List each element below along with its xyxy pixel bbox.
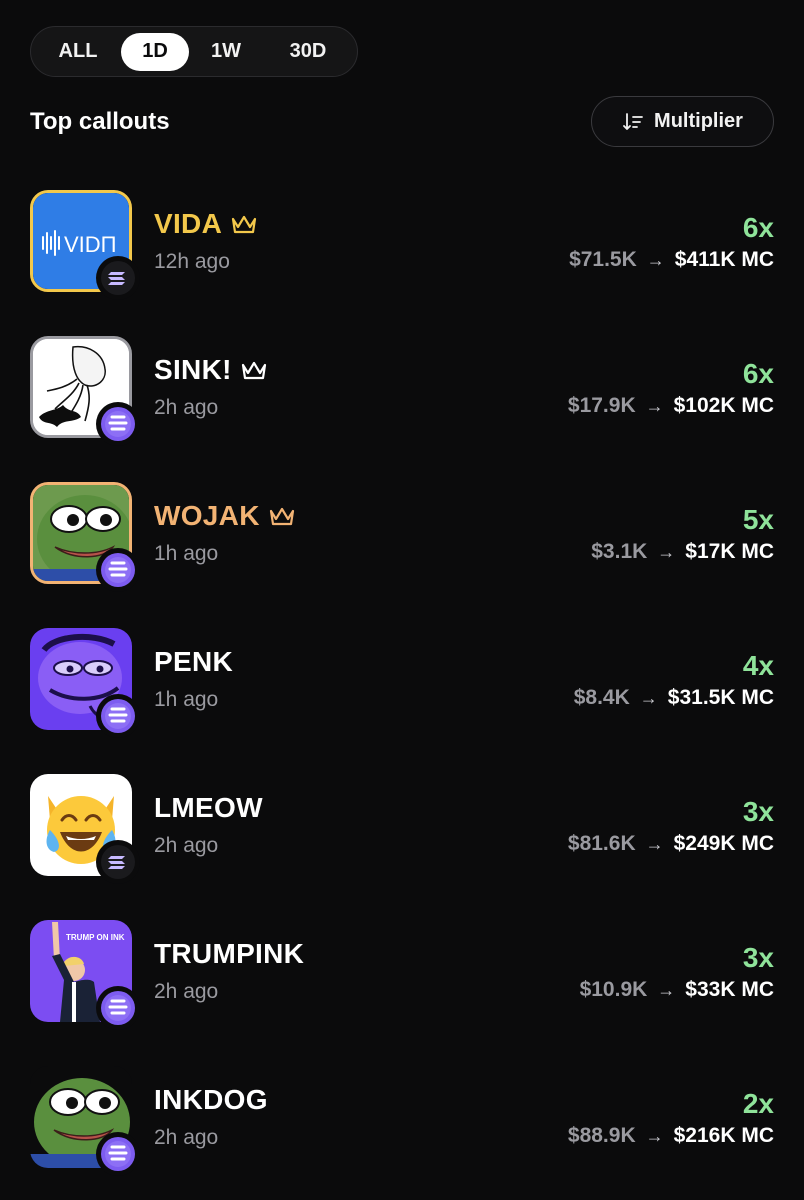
page-title: Top callouts bbox=[30, 108, 170, 135]
market-cap-change: $3.1K → $17K MC bbox=[591, 540, 774, 564]
token-name: INKDOG bbox=[154, 1084, 268, 1115]
arrow-right-icon: → bbox=[645, 395, 664, 416]
callout-age: 2h ago bbox=[154, 834, 219, 857]
crown-icon bbox=[241, 361, 266, 380]
callout-row[interactable]: TRUMP ON INK TRUMPINK 2h ago 3x $10.9K →… bbox=[0, 920, 804, 1066]
mc-from: $10.9K bbox=[579, 978, 648, 1001]
token-name: PENK bbox=[154, 646, 233, 677]
callout-age: 2h ago bbox=[154, 1126, 219, 1149]
arrow-right-icon: → bbox=[645, 1125, 664, 1146]
multiplier-value: 6x bbox=[742, 358, 774, 389]
sort-descending-icon bbox=[623, 112, 643, 130]
callout-age: 1h ago bbox=[154, 688, 219, 711]
token-name: WOJAK bbox=[154, 500, 260, 531]
multiplier-value: 3x bbox=[742, 796, 774, 827]
callout-row[interactable]: WOJAK 1h ago 5x $3.1K → $17K MC bbox=[0, 482, 804, 628]
arrow-right-icon: → bbox=[639, 687, 658, 708]
callout-age: 12h ago bbox=[154, 250, 230, 273]
token-name: VIDA bbox=[154, 208, 223, 239]
mc-to: $31.5K MC bbox=[667, 686, 774, 709]
callout-row[interactable]: LMEOW 2h ago 3x $81.6K → $249K MC bbox=[0, 774, 804, 920]
callout-list: VIDΠ VIDA 12h ago 6x $71.5K → $411K MC S… bbox=[0, 190, 804, 1200]
svg-text:TRUMP ON INK: TRUMP ON INK bbox=[66, 933, 125, 942]
callout-age: 2h ago bbox=[154, 396, 219, 419]
market-cap-change: $10.9K → $33K MC bbox=[580, 978, 774, 1002]
tab-1w[interactable]: 1W bbox=[189, 33, 263, 71]
arrow-right-icon: → bbox=[646, 249, 665, 270]
tab-30d[interactable]: 30D bbox=[263, 33, 353, 71]
svg-text:VIDΠ: VIDΠ bbox=[64, 232, 117, 257]
market-cap-change: $8.4K → $31.5K MC bbox=[574, 686, 774, 710]
timeframe-tabs: ALL 1D 1W 30D bbox=[30, 26, 358, 77]
callout-row[interactable]: SINK! 2h ago 6x $17.9K → $102K MC bbox=[0, 336, 804, 482]
arrow-right-icon: → bbox=[657, 541, 676, 562]
mc-to: $249K MC bbox=[673, 832, 774, 855]
market-cap-change: $17.9K → $102K MC bbox=[568, 394, 774, 418]
mc-from: $88.9K bbox=[567, 1124, 636, 1147]
callout-row[interactable]: INKDOG 2h ago 2x $88.9K → $216K MC bbox=[0, 1066, 804, 1200]
callout-row[interactable]: VIDΠ VIDA 12h ago 6x $71.5K → $411K MC bbox=[0, 190, 804, 336]
sort-label: Multiplier bbox=[654, 110, 743, 132]
crown-icon bbox=[269, 507, 294, 526]
ink-chain-icon bbox=[96, 1132, 140, 1176]
sort-button[interactable]: Multiplier bbox=[591, 96, 774, 147]
tab-1d[interactable]: 1D bbox=[121, 32, 189, 71]
arrow-right-icon: → bbox=[645, 833, 664, 854]
multiplier-value: 6x bbox=[742, 212, 774, 243]
mc-to: $33K MC bbox=[685, 978, 774, 1001]
callout-age: 1h ago bbox=[154, 542, 219, 565]
token-name: SINK! bbox=[154, 354, 232, 385]
market-cap-change: $88.9K → $216K MC bbox=[568, 1124, 774, 1148]
ink-chain-icon bbox=[96, 986, 140, 1030]
mc-from: $17.9K bbox=[567, 394, 636, 417]
multiplier-value: 2x bbox=[742, 1088, 774, 1119]
crown-icon bbox=[232, 215, 257, 234]
ink-chain-icon bbox=[96, 548, 140, 592]
mc-to: $216K MC bbox=[673, 1124, 774, 1147]
mc-to: $17K MC bbox=[685, 540, 774, 563]
arrow-right-icon: → bbox=[657, 979, 676, 1000]
multiplier-value: 4x bbox=[742, 650, 774, 681]
multiplier-value: 5x bbox=[742, 504, 774, 535]
callout-age: 2h ago bbox=[154, 980, 219, 1003]
token-name: LMEOW bbox=[154, 792, 263, 823]
ink-chain-icon bbox=[96, 694, 140, 738]
multiplier-value: 3x bbox=[742, 942, 774, 973]
token-name: TRUMPINK bbox=[154, 938, 305, 969]
solana-chain-icon bbox=[96, 256, 140, 300]
solana-chain-icon bbox=[96, 840, 140, 884]
market-cap-change: $71.5K → $411K MC bbox=[569, 248, 774, 272]
mc-from: $8.4K bbox=[573, 686, 630, 709]
ink-chain-icon bbox=[96, 402, 140, 446]
tab-all[interactable]: ALL bbox=[35, 33, 121, 71]
mc-from: $71.5K bbox=[569, 248, 637, 271]
callout-row[interactable]: PENK 1h ago 4x $8.4K → $31.5K MC bbox=[0, 628, 804, 774]
market-cap-change: $81.6K → $249K MC bbox=[568, 832, 774, 856]
mc-from: $81.6K bbox=[567, 832, 636, 855]
mc-to: $102K MC bbox=[673, 394, 774, 417]
mc-from: $3.1K bbox=[591, 540, 648, 563]
mc-to: $411K MC bbox=[674, 248, 774, 271]
